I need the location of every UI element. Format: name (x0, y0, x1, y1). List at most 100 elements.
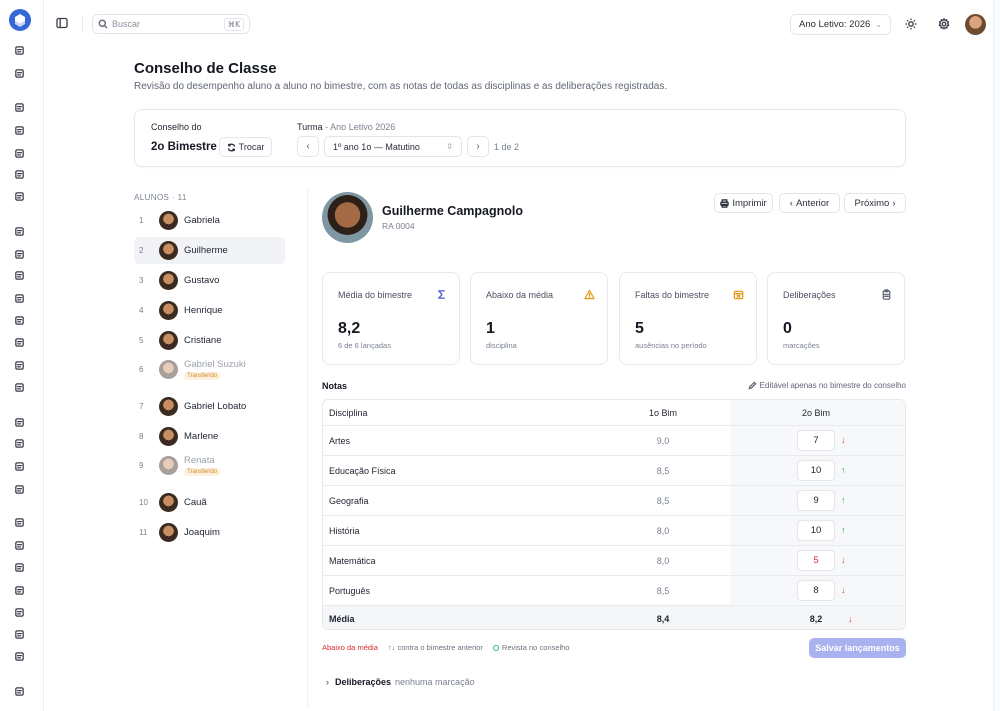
next-class-button[interactable]: › (467, 136, 489, 157)
student-avatar (322, 192, 373, 243)
user-avatar[interactable] (965, 14, 986, 35)
calendar-x-icon (732, 288, 744, 300)
sigma-icon (435, 288, 447, 300)
school-year-select[interactable]: Ano Letivo: 2026 ⌄ (790, 14, 891, 35)
swap-icon[interactable] (13, 190, 26, 203)
grade-row: História 8,0 10 ↑ (323, 516, 905, 546)
metric-subtitle: 6 de 6 lançadas (338, 341, 391, 350)
metric-card: Abaixo da média 1 disciplina (470, 272, 608, 365)
building-icon[interactable] (13, 685, 26, 698)
grade-b2-input[interactable]: 7 (797, 430, 835, 451)
metric-title: Faltas do bimestre (635, 290, 710, 300)
grade-row: Artes 9,0 7 ↓ (323, 426, 905, 456)
metric-card: Deliberações 0 marcações (767, 272, 905, 365)
edit-doc-icon[interactable] (13, 269, 26, 282)
student-list-item[interactable]: 3 Gustavo (134, 267, 285, 294)
save-grades-button[interactable]: Salvar lançamentos (809, 638, 906, 658)
bus-icon[interactable] (13, 147, 26, 160)
chevron-right-icon: › (476, 141, 480, 152)
grade-b1: 9,0 (656, 436, 670, 446)
grid-icon[interactable] (13, 67, 26, 80)
student-list-item[interactable]: 11 Joaquim (134, 519, 285, 546)
grades-table: Disciplina 1o Bim 2o Bim Artes 9,0 7 ↓ Educa… (322, 399, 906, 630)
grade-b2-input[interactable]: 10 (797, 520, 835, 541)
chevron-left-icon: ‹ (789, 197, 793, 209)
scroll-icon[interactable] (13, 381, 26, 394)
grades-title: Notas (322, 381, 348, 391)
students-heading: ALUNOS · 11 (134, 193, 187, 202)
app-logo-icon[interactable] (9, 9, 31, 31)
grades-hint-text: Editável apenas no bimestre do conselho (759, 381, 906, 390)
grade-b2-input[interactable]: 10 (797, 460, 835, 481)
legend-trend: ↑↓ contra o bimestre anterior (387, 643, 483, 652)
deliberations-toggle[interactable]: › Deliberações nenhuma marcação (326, 677, 475, 687)
settings-gear-icon[interactable] (938, 17, 951, 31)
student-number: 11 (139, 528, 148, 537)
student-number: 10 (139, 498, 148, 507)
school-icon[interactable] (13, 516, 26, 529)
trend-down-icon: ↓ (841, 555, 846, 565)
app-sidebar (0, 0, 44, 711)
users-icon[interactable] (13, 292, 26, 305)
clipboard-icon[interactable] (13, 124, 26, 137)
discipline-name: Educação Física (329, 466, 396, 476)
transfer-badge: Transferido (184, 372, 221, 380)
calendar-icon[interactable] (13, 248, 26, 261)
swap-bimester-button[interactable]: Trocar (219, 137, 272, 157)
clipboard-check-icon[interactable] (13, 225, 26, 238)
layers-icon[interactable] (13, 168, 26, 181)
student-avatar-small (159, 301, 178, 320)
student-list-item[interactable]: 7 Gabriel Lobato (134, 393, 285, 420)
class-select[interactable]: 1º ano 1o — Matutino ⇳ (324, 136, 462, 157)
people-icon[interactable] (13, 539, 26, 552)
trend-up-icon: ↑ (841, 465, 846, 475)
stack-icon[interactable] (13, 437, 26, 450)
grades-legend: Abaixo da média ↑↓ contra o bimestre ant… (322, 643, 569, 652)
trend-up-icon: ↑ (841, 495, 846, 505)
student-name-label: Cauã (184, 497, 207, 508)
discipline-name: Geografia (329, 496, 369, 506)
document-icon[interactable] (13, 314, 26, 327)
student-list-item[interactable]: 10 Cauã (134, 489, 285, 516)
student-name-label: Cristiane (184, 335, 222, 346)
theme-toggle-sun-icon[interactable] (905, 18, 918, 31)
topbar-divider (82, 15, 83, 33)
library-icon[interactable] (13, 650, 26, 663)
report-icon[interactable] (13, 359, 26, 372)
prev-class-button[interactable]: ‹ (297, 136, 319, 157)
grade-b2-input[interactable]: 9 (797, 490, 835, 511)
list-divider (307, 188, 308, 708)
page-scrollbar[interactable] (993, 0, 1000, 711)
student-list-item[interactable]: 2 Guilherme (134, 237, 285, 264)
archive-icon[interactable] (13, 606, 26, 619)
search-box[interactable]: ⌘K (92, 14, 250, 34)
grade-b2-input[interactable]: 5 (797, 550, 835, 571)
calendar-grid-icon[interactable] (13, 416, 26, 429)
next-student-button[interactable]: Próximo › (844, 193, 906, 213)
previous-student-button[interactable]: ‹ Anterior (779, 193, 840, 213)
student-list-item[interactable]: 4 Henrique (134, 297, 285, 324)
sidebar-toggle-icon[interactable] (56, 17, 70, 31)
student-list-item[interactable]: 9 Renata Transferido (134, 452, 285, 479)
student-list-item[interactable]: 8 Marlene (134, 423, 285, 450)
clock-icon[interactable] (13, 628, 26, 641)
student-list-item[interactable]: 6 Gabriel Suzuki Transferido (134, 356, 285, 383)
print-button[interactable]: Imprimir (714, 193, 773, 213)
header-b2: 2o Bim (801, 408, 830, 418)
class-page-count: 1 de 2 (494, 142, 520, 152)
book-open-icon[interactable] (13, 561, 26, 574)
sigma-icon[interactable] (13, 336, 26, 349)
student-list-item[interactable]: 1 Gabriela (134, 207, 285, 234)
checklist-icon[interactable] (13, 44, 26, 57)
camera-icon[interactable] (13, 483, 26, 496)
student-list-item[interactable]: 5 Cristiane (134, 327, 285, 354)
metric-value: 0 (783, 320, 792, 337)
graduation-cap-icon[interactable] (13, 101, 26, 114)
map-pin-icon[interactable] (13, 584, 26, 597)
user-group-icon[interactable] (13, 460, 26, 473)
search-input[interactable] (112, 19, 222, 29)
student-number: 3 (139, 276, 144, 285)
grade-b1: 8,5 (656, 586, 670, 596)
grade-row: Português 8,5 8 ↓ (323, 576, 905, 606)
grade-b2-input[interactable]: 8 (797, 580, 835, 601)
